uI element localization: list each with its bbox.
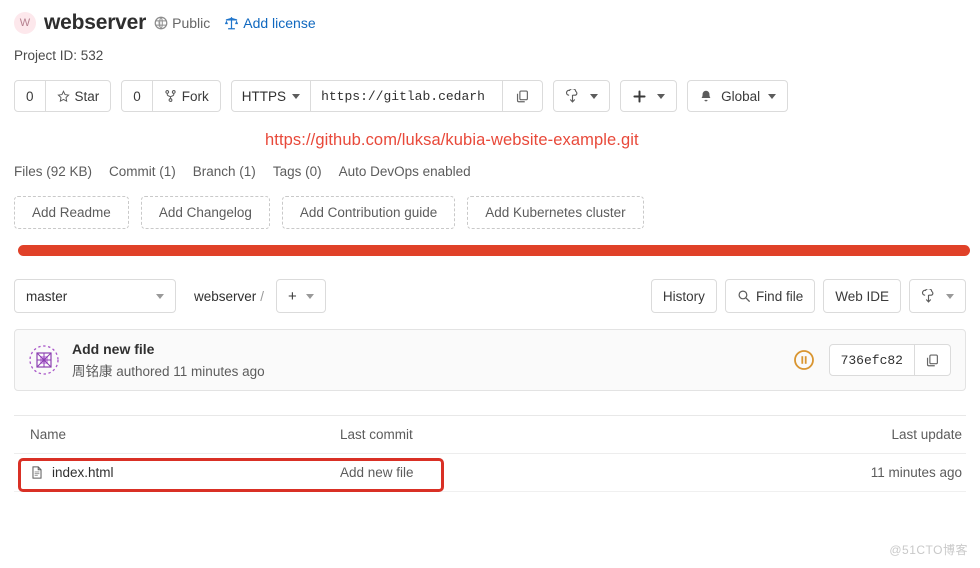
chevron-down-icon — [768, 93, 777, 99]
chevron-down-icon — [657, 93, 666, 99]
project-header: W webserver Public Add license — [14, 0, 966, 34]
table-header-row: Name Last commit Last update — [14, 416, 966, 454]
last-commit-card: Add new file 周铭康 authored 11 minutes ago… — [14, 329, 966, 391]
notification-label: Global — [721, 88, 761, 104]
download-icon — [565, 88, 580, 104]
add-new-dropdown[interactable] — [620, 80, 678, 112]
column-header-last-commit: Last commit — [340, 427, 413, 442]
star-button[interactable]: Star — [45, 80, 112, 112]
visibility-label: Public — [172, 15, 211, 31]
column-header-last-update: Last update — [891, 427, 962, 442]
copy-icon — [515, 89, 530, 104]
chevron-down-icon — [946, 293, 954, 299]
chevron-down-icon — [156, 293, 164, 299]
gitlab-project-page: W webserver Public Add license Project I… — [0, 0, 980, 568]
find-file-button[interactable]: Find file — [724, 279, 816, 313]
star-label: Star — [74, 88, 100, 104]
add-license-link[interactable]: Add license — [224, 15, 316, 31]
fork-icon — [164, 89, 177, 103]
breadcrumb: webserver / — [194, 289, 268, 304]
fork-count: 0 — [121, 80, 153, 112]
add-to-tree-dropdown[interactable]: + — [276, 279, 326, 313]
chevron-down-icon — [590, 93, 599, 99]
file-last-commit-cell[interactable]: Add new file — [340, 465, 826, 480]
copy-sha-button[interactable] — [915, 344, 951, 376]
web-ide-button[interactable]: Web IDE — [823, 279, 901, 313]
project-avatar: W — [14, 12, 36, 34]
pipeline-pending-icon[interactable] — [793, 349, 815, 371]
repository-controls: master webserver / + History Find file We… — [14, 279, 966, 313]
bell-icon — [699, 89, 713, 104]
fork-label: Fork — [181, 88, 209, 104]
commit-sha[interactable]: 736efc82 — [828, 344, 915, 376]
file-list-table: Name Last commit Last update index.html … — [14, 415, 966, 492]
chevron-down-icon — [292, 93, 301, 99]
repository-action-buttons: History Find file Web IDE — [650, 279, 966, 313]
download-source-dropdown[interactable] — [553, 80, 611, 112]
branch-selector[interactable]: master — [14, 279, 176, 313]
page-title: webserver — [44, 11, 147, 34]
stat-tags[interactable]: Tags (0) — [273, 164, 322, 179]
watermark: @51CTO博客 — [889, 543, 968, 557]
stat-auto-devops[interactable]: Auto DevOps enabled — [339, 164, 471, 179]
copy-icon — [925, 353, 940, 368]
copy-clone-url-button[interactable] — [503, 80, 544, 112]
identicon-avatar — [29, 345, 59, 375]
commit-right: 736efc82 — [793, 344, 951, 376]
clone-url-input[interactable]: https://gitlab.cedarh — [311, 80, 504, 112]
clone-protocol-dropdown[interactable]: HTTPS — [230, 80, 312, 112]
clone-url-box: HTTPS https://gitlab.cedarh — [230, 80, 544, 112]
download-icon — [921, 288, 936, 304]
commit-title[interactable]: Add new file — [72, 341, 265, 357]
breadcrumb-root[interactable]: webserver — [194, 289, 256, 304]
breadcrumb-separator: / — [260, 288, 265, 304]
commit-sha-group: 736efc82 — [828, 344, 951, 376]
project-id: Project ID: 532 — [14, 48, 104, 63]
file-icon — [30, 465, 44, 480]
scale-icon — [224, 16, 239, 31]
table-row[interactable]: index.html Add new file 11 minutes ago — [14, 454, 966, 492]
globe-icon — [154, 16, 168, 30]
commit-text: Add new file 周铭康 authored 11 minutes ago — [72, 341, 265, 380]
stat-branches[interactable]: Branch (1) — [193, 164, 256, 179]
find-file-label: Find file — [755, 288, 804, 304]
star-button-group[interactable]: 0 Star — [14, 80, 112, 112]
download-repo-dropdown[interactable] — [909, 279, 966, 313]
notification-dropdown[interactable]: Global — [687, 80, 789, 112]
file-name-label: index.html — [52, 465, 114, 480]
fork-button[interactable]: Fork — [152, 80, 221, 112]
commit-meta: 周铭康 authored 11 minutes ago — [72, 363, 265, 379]
clone-protocol-label: HTTPS — [241, 88, 287, 104]
history-button[interactable]: History — [650, 279, 717, 313]
visibility-badge: Public — [154, 15, 210, 31]
stat-commits[interactable]: Commit (1) — [109, 164, 176, 179]
add-changelog-button[interactable]: Add Changelog — [140, 196, 270, 229]
add-readme-button[interactable]: Add Readme — [14, 196, 129, 229]
plus-icon — [632, 89, 647, 104]
fork-button-group[interactable]: 0 Fork — [121, 80, 221, 112]
chevron-down-icon — [305, 293, 314, 299]
annotation-red-bar — [18, 245, 970, 256]
quick-actions: Add Readme Add Changelog Add Contributio… — [14, 196, 966, 229]
plus-icon: + — [288, 287, 297, 305]
annotation-url-text: https://github.com/luksa/kubia-website-e… — [265, 131, 639, 149]
branch-name: master — [26, 288, 68, 304]
search-icon — [737, 289, 751, 303]
file-last-update-cell: 11 minutes ago — [870, 465, 962, 480]
add-license-label: Add license — [243, 15, 316, 31]
column-header-name: Name — [30, 427, 67, 442]
star-count: 0 — [14, 80, 46, 112]
project-toolbar: 0 Star 0 Fork HTTPS https://gitlab.cedar… — [14, 80, 966, 112]
project-stats: Files (92 KB) Commit (1) Branch (1) Tags… — [14, 164, 966, 179]
add-contribution-guide-button[interactable]: Add Contribution guide — [281, 196, 456, 229]
add-kubernetes-cluster-button[interactable]: Add Kubernetes cluster — [467, 196, 644, 229]
star-icon — [56, 89, 70, 103]
file-name-cell[interactable]: index.html — [14, 465, 340, 480]
stat-files[interactable]: Files (92 KB) — [14, 164, 92, 179]
